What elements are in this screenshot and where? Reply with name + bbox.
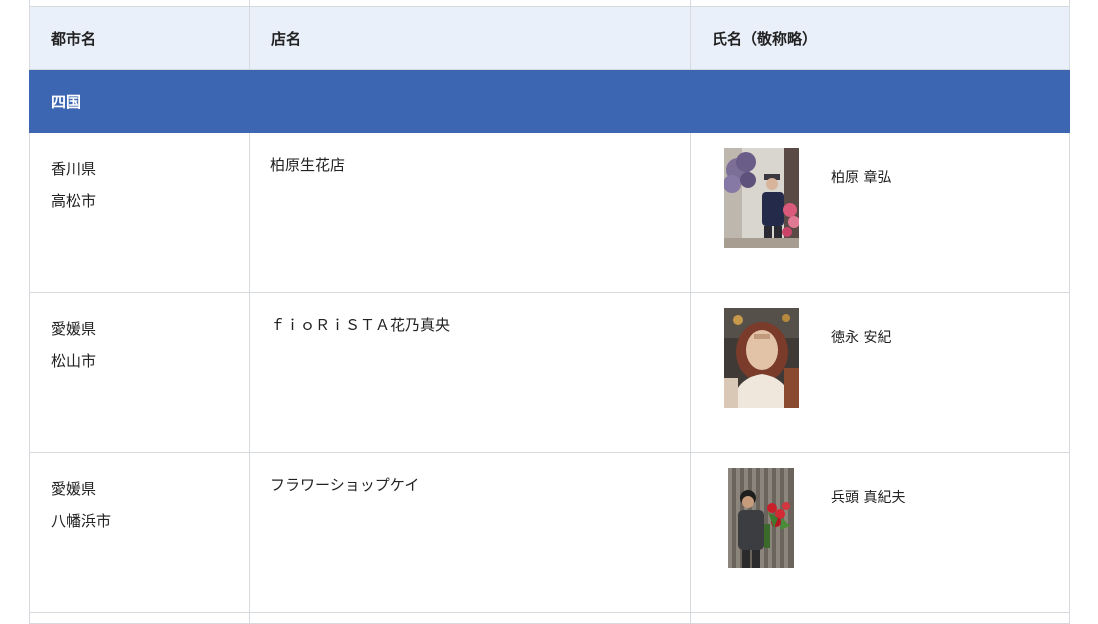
person-name: 徳永 安紀 — [831, 330, 892, 346]
city-cell: 香川県 高松市 — [29, 132, 250, 293]
table-row: 愛媛県 松山市 ｆｉｏＲｉＳＴＡ花乃真央 徳永 安紀 — [29, 292, 1070, 453]
person-name: 柏原 章弘 — [831, 170, 892, 186]
shop-name: フラワーショップケイ — [270, 476, 420, 494]
city-cell: 愛媛県 松山市 — [29, 292, 250, 453]
man-with-red-roses-photo — [728, 468, 794, 568]
table-row: 愛媛県 八幡浜市 フラワーショップケイ 兵頭 真紀夫 — [29, 452, 1070, 613]
florist-table: 都市名 店名 氏名（敬称略） 四国 香川県 高松市 柏原生花店 柏原 章弘 愛媛… — [29, 0, 1070, 624]
person-cell: 柏原 章弘 — [690, 132, 1070, 293]
header-name: 氏名（敬称略） — [690, 6, 1070, 70]
city-label: 八幡浜市 — [51, 512, 112, 530]
person-name: 兵頭 真紀夫 — [831, 490, 906, 506]
person-cell: 兵頭 真紀夫 — [690, 452, 1070, 613]
shop-name: ｆｉｏＲｉＳＴＡ花乃真央 — [270, 316, 451, 334]
next-row-stub — [29, 612, 1070, 624]
florist-table-container: 都市名 店名 氏名（敬称略） 四国 香川県 高松市 柏原生花店 柏原 章弘 愛媛… — [29, 0, 1070, 624]
region-row: 四国 — [29, 69, 1070, 133]
prefecture-label: 香川県 — [51, 160, 97, 178]
prefecture-label: 愛媛県 — [51, 480, 97, 498]
shop-cell: 柏原生花店 — [249, 132, 691, 293]
region-label: 四国 — [29, 69, 1070, 133]
prefecture-label: 愛媛県 — [51, 320, 97, 338]
portrait-woman-photo — [724, 308, 799, 408]
shop-cell: ｆｉｏＲｉＳＴＡ花乃真央 — [249, 292, 691, 453]
city-cell: 愛媛県 八幡浜市 — [29, 452, 250, 613]
header-city: 都市名 — [29, 6, 250, 70]
shop-name: 柏原生花店 — [270, 156, 346, 174]
table-header-row: 都市名 店名 氏名（敬称略） — [29, 6, 1070, 70]
table-row: 香川県 高松市 柏原生花店 柏原 章弘 — [29, 132, 1070, 293]
person-cell: 徳永 安紀 — [690, 292, 1070, 453]
city-label: 松山市 — [51, 352, 97, 370]
city-label: 高松市 — [51, 192, 97, 210]
shop-cell: フラワーショップケイ — [249, 452, 691, 613]
header-shop: 店名 — [249, 6, 691, 70]
florist-with-flowers-photo — [724, 148, 799, 248]
